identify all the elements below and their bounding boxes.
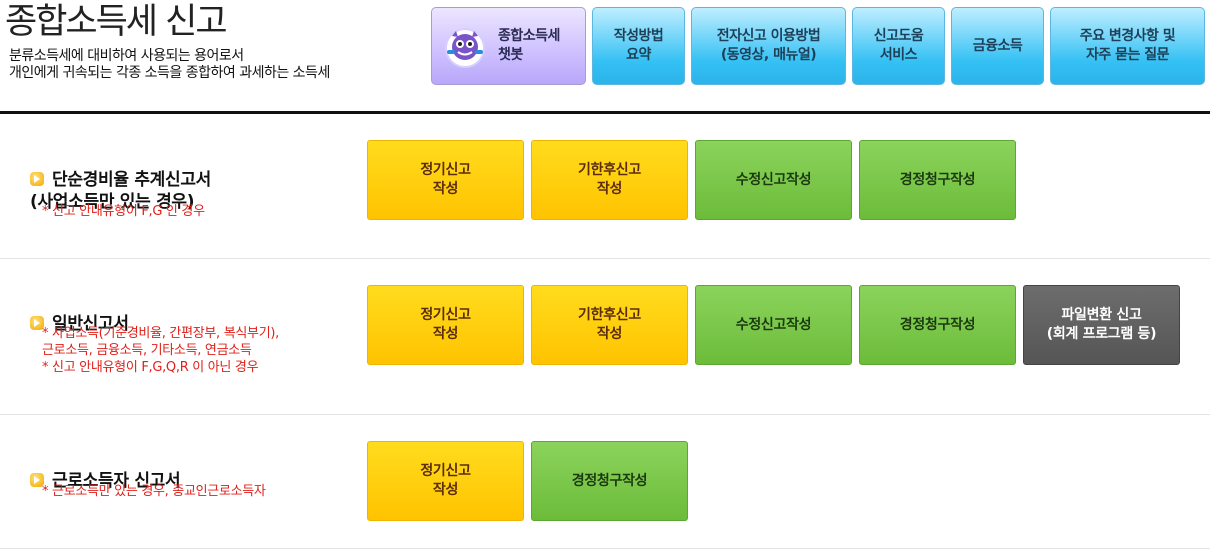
- section-divider: [0, 258, 1210, 259]
- general-late-filing-button[interactable]: 기한후신고 작성: [531, 285, 688, 365]
- e-filing-guide-button[interactable]: 전자신고 이용방법 (동영상, 매뉴얼): [691, 7, 846, 85]
- header-divider: [0, 111, 1210, 114]
- guide-summary-button[interactable]: 작성방법 요약: [592, 7, 685, 85]
- page-title: 종합소득세 신고: [5, 2, 228, 42]
- simple-correction-button[interactable]: 경정청구작성: [859, 140, 1016, 220]
- chatbot-label: 종합소득세 챗봇: [498, 28, 560, 63]
- section-simple-note: * 신고 안내유형이 F,G 인 경우: [42, 204, 205, 219]
- financial-income-button[interactable]: 금융소득: [951, 7, 1044, 85]
- filing-help-label: 신고도움 서비스: [873, 28, 924, 63]
- earned-regular-filing-button[interactable]: 정기신고 작성: [367, 441, 524, 521]
- changes-faq-button[interactable]: 주요 변경사항 및 자주 묻는 질문: [1050, 7, 1205, 85]
- general-amend-button[interactable]: 수정신고작성: [695, 285, 852, 365]
- simple-late-filing-button[interactable]: 기한후신고 작성: [531, 140, 688, 220]
- earned-correction-label: 경정청구작성: [571, 472, 648, 489]
- simple-correction-label: 경정청구작성: [899, 171, 976, 188]
- general-late-filing-label: 기한후신고 작성: [578, 307, 641, 342]
- section-general-note: * 사업소득(기준경비율, 간편장부, 복식부기), 근로소득, 금융소득, 기…: [42, 326, 279, 375]
- bullet-arrow-icon: [30, 172, 44, 186]
- simple-amend-button[interactable]: 수정신고작성: [695, 140, 852, 220]
- simple-regular-filing-button[interactable]: 정기신고 작성: [367, 140, 524, 220]
- general-regular-filing-label: 정기신고 작성: [420, 307, 471, 342]
- general-amend-label: 수정신고작성: [735, 316, 812, 333]
- simple-regular-filing-label: 정기신고 작성: [420, 162, 471, 197]
- e-filing-guide-label: 전자신고 이용방법 (동영상, 매뉴얼): [716, 28, 821, 63]
- file-convert-filing-label: 파일변환 신고 (회계 프로그램 등): [1046, 307, 1157, 342]
- filing-help-button[interactable]: 신고도움 서비스: [852, 7, 945, 85]
- earned-regular-filing-label: 정기신고 작성: [420, 463, 471, 498]
- earned-correction-button[interactable]: 경정청구작성: [531, 441, 688, 521]
- section-divider: [0, 414, 1210, 415]
- general-regular-filing-button[interactable]: 정기신고 작성: [367, 285, 524, 365]
- chatbot-icon: [445, 28, 485, 68]
- simple-amend-label: 수정신고작성: [735, 171, 812, 188]
- guide-summary-label: 작성방법 요약: [613, 28, 664, 63]
- general-correction-label: 경정청구작성: [899, 316, 976, 333]
- general-correction-button[interactable]: 경정청구작성: [859, 285, 1016, 365]
- chatbot-button[interactable]: 종합소득세 챗봇: [431, 7, 586, 85]
- financial-income-label: 금융소득: [972, 37, 1023, 54]
- page-description: 분류소득세에 대비하여 사용되는 용어로서 개인에게 귀속되는 각종 소득을 종…: [9, 48, 330, 81]
- file-convert-filing-button[interactable]: 파일변환 신고 (회계 프로그램 등): [1023, 285, 1180, 365]
- changes-faq-label: 주요 변경사항 및 자주 묻는 질문: [1079, 28, 1176, 63]
- section-earned-note: * 근로소득만 있는 경우, 종교인근로소득자: [42, 484, 266, 499]
- section-divider: [0, 548, 1210, 549]
- simple-late-filing-label: 기한후신고 작성: [578, 162, 641, 197]
